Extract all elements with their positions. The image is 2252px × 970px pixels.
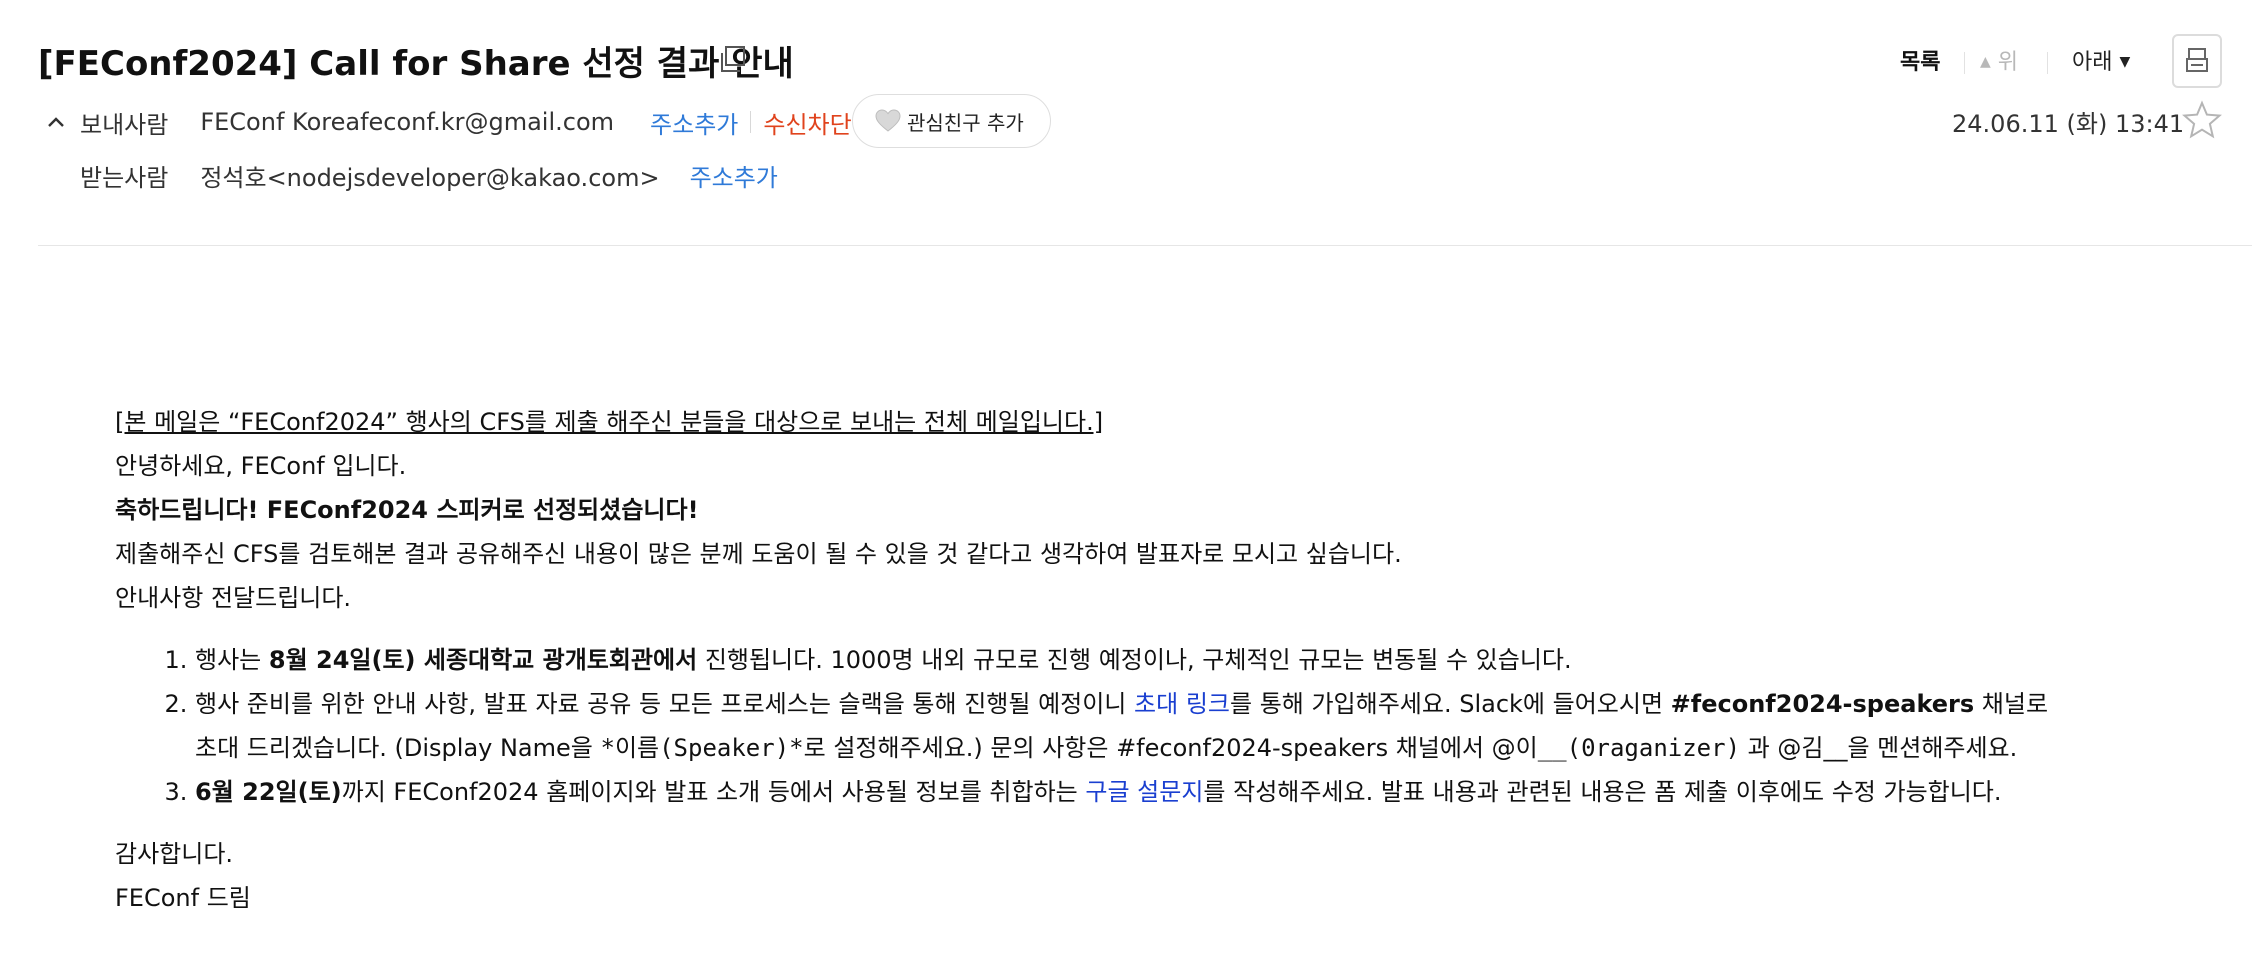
item1-pre: 행사는	[195, 646, 269, 674]
item2-line2-c: 과 @김__을 멘션해주세요.	[1740, 734, 2018, 762]
congrats-text: 축하드립니다! FEConf2024 스피커로 선정되셨습니다!	[115, 496, 699, 524]
star-icon[interactable]	[2182, 100, 2222, 140]
caret-up-icon: ▲	[1980, 54, 1991, 70]
toolbar-divider	[1964, 52, 1965, 74]
survey-link[interactable]: 구글 설문지	[1085, 778, 1203, 806]
add-favorite-label: 관심친구 추가	[907, 110, 1024, 135]
sender-label: 보내사람	[80, 110, 169, 139]
heart-icon	[875, 109, 901, 132]
mail-body: [본 메일은 “FEConf2024” 행사의 CFS를 제출 해주신 분들을 …	[115, 400, 2048, 920]
item2-code2: __(0raganizer)	[1537, 734, 1741, 762]
prev-mail-button[interactable]: ▲ 위	[1980, 44, 2018, 84]
header-divider	[38, 245, 2252, 246]
recipient-add-address-link[interactable]: 주소추가	[690, 158, 778, 193]
item2-bold: #feconf2024-speakers	[1670, 690, 1975, 718]
up-label: 위	[1997, 50, 2019, 75]
list-label: 목록	[1900, 50, 1941, 75]
copy-icon[interactable]	[718, 44, 748, 74]
item3-bold: 6월 22일(토)	[195, 778, 342, 806]
item2-code: *이름(Speaker)*	[600, 734, 804, 762]
block-sender-link[interactable]: 수신차단	[763, 105, 851, 140]
item2-line2-b: 로 설정해주세요.) 문의 사항은 #feconf2024-speakers 채…	[803, 734, 1538, 762]
down-label: 아래	[2072, 50, 2113, 75]
caret-down-icon: ▼	[2119, 54, 2131, 70]
print-icon	[2186, 48, 2208, 72]
info-text: 안내사항 전달드립니다.	[115, 584, 352, 612]
toolbar-divider	[2047, 52, 2048, 74]
recipient-address[interactable]: 정석호<nodejsdeveloper@kakao.com>	[200, 158, 659, 193]
item3-post: 를 작성해주세요. 발표 내용과 관련된 내용은 폼 제출 이후에도 수정 가능…	[1203, 778, 2002, 806]
sender-add-address-link[interactable]: 주소추가	[650, 105, 738, 140]
list-item: 6월 22일(토)까지 FEConf2024 홈페이지와 발표 소개 등에서 사…	[195, 770, 2048, 814]
greeting-text: 안녕하세요, FEConf 입니다.	[115, 452, 407, 480]
item3-pre: 까지 FEConf2024 홈페이지와 발표 소개 등에서 사용될 정보를 취합…	[341, 778, 1086, 806]
item2-mid: 를 통해 가입해주세요. Slack에 들어오시면	[1229, 690, 1671, 718]
info-list: 행사는 8월 24일(토) 세종대학교 광개토회관에서 진행됩니다. 1000명…	[115, 638, 2048, 814]
item1-post: 진행됩니다. 1000명 내외 규모로 진행 예정이나, 구체적인 규모는 변동…	[697, 646, 1572, 674]
signature-text: FEConf 드림	[115, 884, 251, 912]
mail-subject: [FEConf2024] Call for Share 선정 결과 안내	[38, 44, 794, 84]
add-favorite-button[interactable]: 관심친구 추가	[852, 94, 1051, 148]
recipient-label: 받는사람	[80, 163, 169, 192]
collapse-chevron-icon[interactable]	[46, 115, 66, 129]
item2-line2-a: 초대 드리겠습니다. (Display Name을	[195, 734, 601, 762]
item1-bold: 8월 24일(토) 세종대학교 광개토회관에서	[268, 646, 698, 674]
item2-pre: 행사 준비를 위한 안내 사항, 발표 자료 공유 등 모든 프로세스는 슬랙을…	[195, 690, 1135, 718]
sender-link-divider	[750, 111, 752, 133]
list-button[interactable]: 목록	[1900, 44, 1940, 84]
mail-date: 24.06.11 (화) 13:41	[1952, 110, 2185, 138]
list-item: 행사는 8월 24일(토) 세종대학교 광개토회관에서 진행됩니다. 1000명…	[195, 638, 2048, 682]
sender-email[interactable]: feconf.kr@gmail.com	[360, 108, 614, 136]
notice-text: [본 메일은 “FEConf2024” 행사의 CFS를 제출 해주신 분들을 …	[115, 408, 1104, 436]
thanks-text: 감사합니다.	[115, 840, 234, 868]
item2-post: 채널로	[1974, 690, 2049, 718]
list-item: 행사 준비를 위한 안내 사항, 발표 자료 공유 등 모든 프로세스는 슬랙을…	[195, 682, 2048, 770]
sender-name[interactable]: FEConf Korea	[200, 108, 360, 136]
print-button[interactable]	[2172, 34, 2222, 88]
invite-link[interactable]: 초대 링크	[1134, 690, 1230, 718]
next-mail-button[interactable]: 아래 ▼	[2072, 44, 2130, 84]
intro-text: 제출해주신 CFS를 검토해본 결과 공유해주신 내용이 많은 분께 도움이 될…	[115, 540, 1402, 568]
